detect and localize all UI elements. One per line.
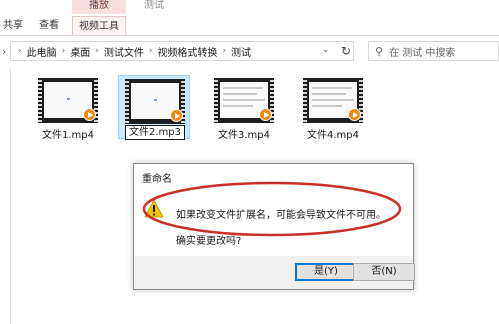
chevron-right-icon[interactable]: ›	[95, 46, 99, 56]
play-icon	[348, 108, 361, 121]
refresh-icon[interactable]: ↻	[338, 41, 354, 61]
frame-content	[223, 99, 265, 101]
search-input[interactable]: ⚲ 在 测试 中搜索	[368, 41, 499, 61]
chevron-right-icon[interactable]: ›	[222, 46, 226, 56]
file-name: 文件1.mp4	[42, 130, 94, 141]
play-icon	[170, 109, 183, 122]
chevron-right-icon[interactable]: ›	[18, 46, 22, 56]
film-strip	[38, 78, 42, 123]
context-tab-group: 播放	[72, 0, 126, 14]
warning-icon	[144, 199, 164, 218]
video-thumbnail	[125, 79, 185, 124]
rename-input[interactable]: 文件2.mp3	[125, 125, 185, 140]
crumb-desktop[interactable]: 桌面	[70, 44, 90, 59]
file-name: 文件4.mp4	[307, 130, 359, 141]
window-title: 测试	[144, 0, 164, 11]
warning-message: 如果改变文件扩展名，可能会导致文件不可用。	[176, 210, 386, 221]
no-button[interactable]: 否(N)	[353, 263, 415, 281]
file-item-selected[interactable]: 文件2.mp3	[118, 75, 190, 140]
crumb-video-convert[interactable]: 视频格式转换	[157, 44, 217, 59]
frame-content	[223, 87, 263, 89]
ribbon: 播放 测试 共享 查看 视频工具	[0, 0, 499, 36]
yes-button[interactable]: 是(Y)	[295, 263, 357, 281]
play-icon	[83, 108, 96, 121]
video-thumbnail	[303, 78, 363, 123]
frame-content	[312, 93, 346, 95]
rename-dialog: 重命名 如果改变文件扩展名，可能会导致文件不可用。 确实要更改吗? 是(Y) 否…	[133, 163, 415, 290]
tab-video-tools[interactable]: 视频工具	[72, 16, 126, 35]
search-placeholder: 在 测试 中搜索	[389, 47, 456, 59]
frame-content	[312, 87, 352, 89]
file-name: 文件3.mp4	[218, 130, 270, 141]
film-strip	[125, 79, 129, 124]
dialog-title: 重命名	[142, 174, 172, 185]
chevron-right-icon[interactable]: ›	[149, 46, 153, 56]
video-thumbnail	[214, 78, 274, 123]
file-item[interactable]: 文件3.mp4	[208, 75, 280, 141]
film-strip	[214, 78, 218, 123]
confirm-question: 确实要更改吗?	[176, 236, 242, 247]
frame-content	[154, 99, 157, 101]
crumb-test[interactable]: 测试	[231, 44, 251, 59]
navigation-pane[interactable]	[0, 68, 11, 324]
search-icon: ⚲	[375, 44, 384, 58]
frame-content	[223, 93, 257, 95]
frame-content	[312, 105, 342, 107]
crumb-test-files[interactable]: 测试文件	[104, 44, 144, 59]
film-strip	[303, 78, 307, 123]
file-item[interactable]: 文件1.mp4	[32, 75, 104, 141]
context-group-label[interactable]: 播放	[72, 0, 126, 12]
chevron-right-icon[interactable]: ›	[62, 46, 66, 56]
video-thumbnail	[38, 78, 98, 123]
tab-view[interactable]: 查看	[34, 16, 64, 35]
up-arrow-icon[interactable]: ›	[2, 45, 6, 58]
frame-content	[67, 98, 70, 100]
play-icon	[259, 108, 272, 121]
frame-content	[223, 105, 253, 107]
frame-content	[312, 99, 354, 101]
breadcrumb[interactable]: › 此电脑 › 桌面 › 测试文件 › 视频格式转换 › 测试	[10, 41, 354, 61]
chevron-down-icon[interactable]: ⌄	[322, 45, 330, 55]
crumb-this-pc[interactable]: 此电脑	[27, 44, 57, 59]
file-item[interactable]: 文件4.mp4	[297, 75, 369, 141]
tab-share[interactable]: 共享	[0, 16, 26, 35]
